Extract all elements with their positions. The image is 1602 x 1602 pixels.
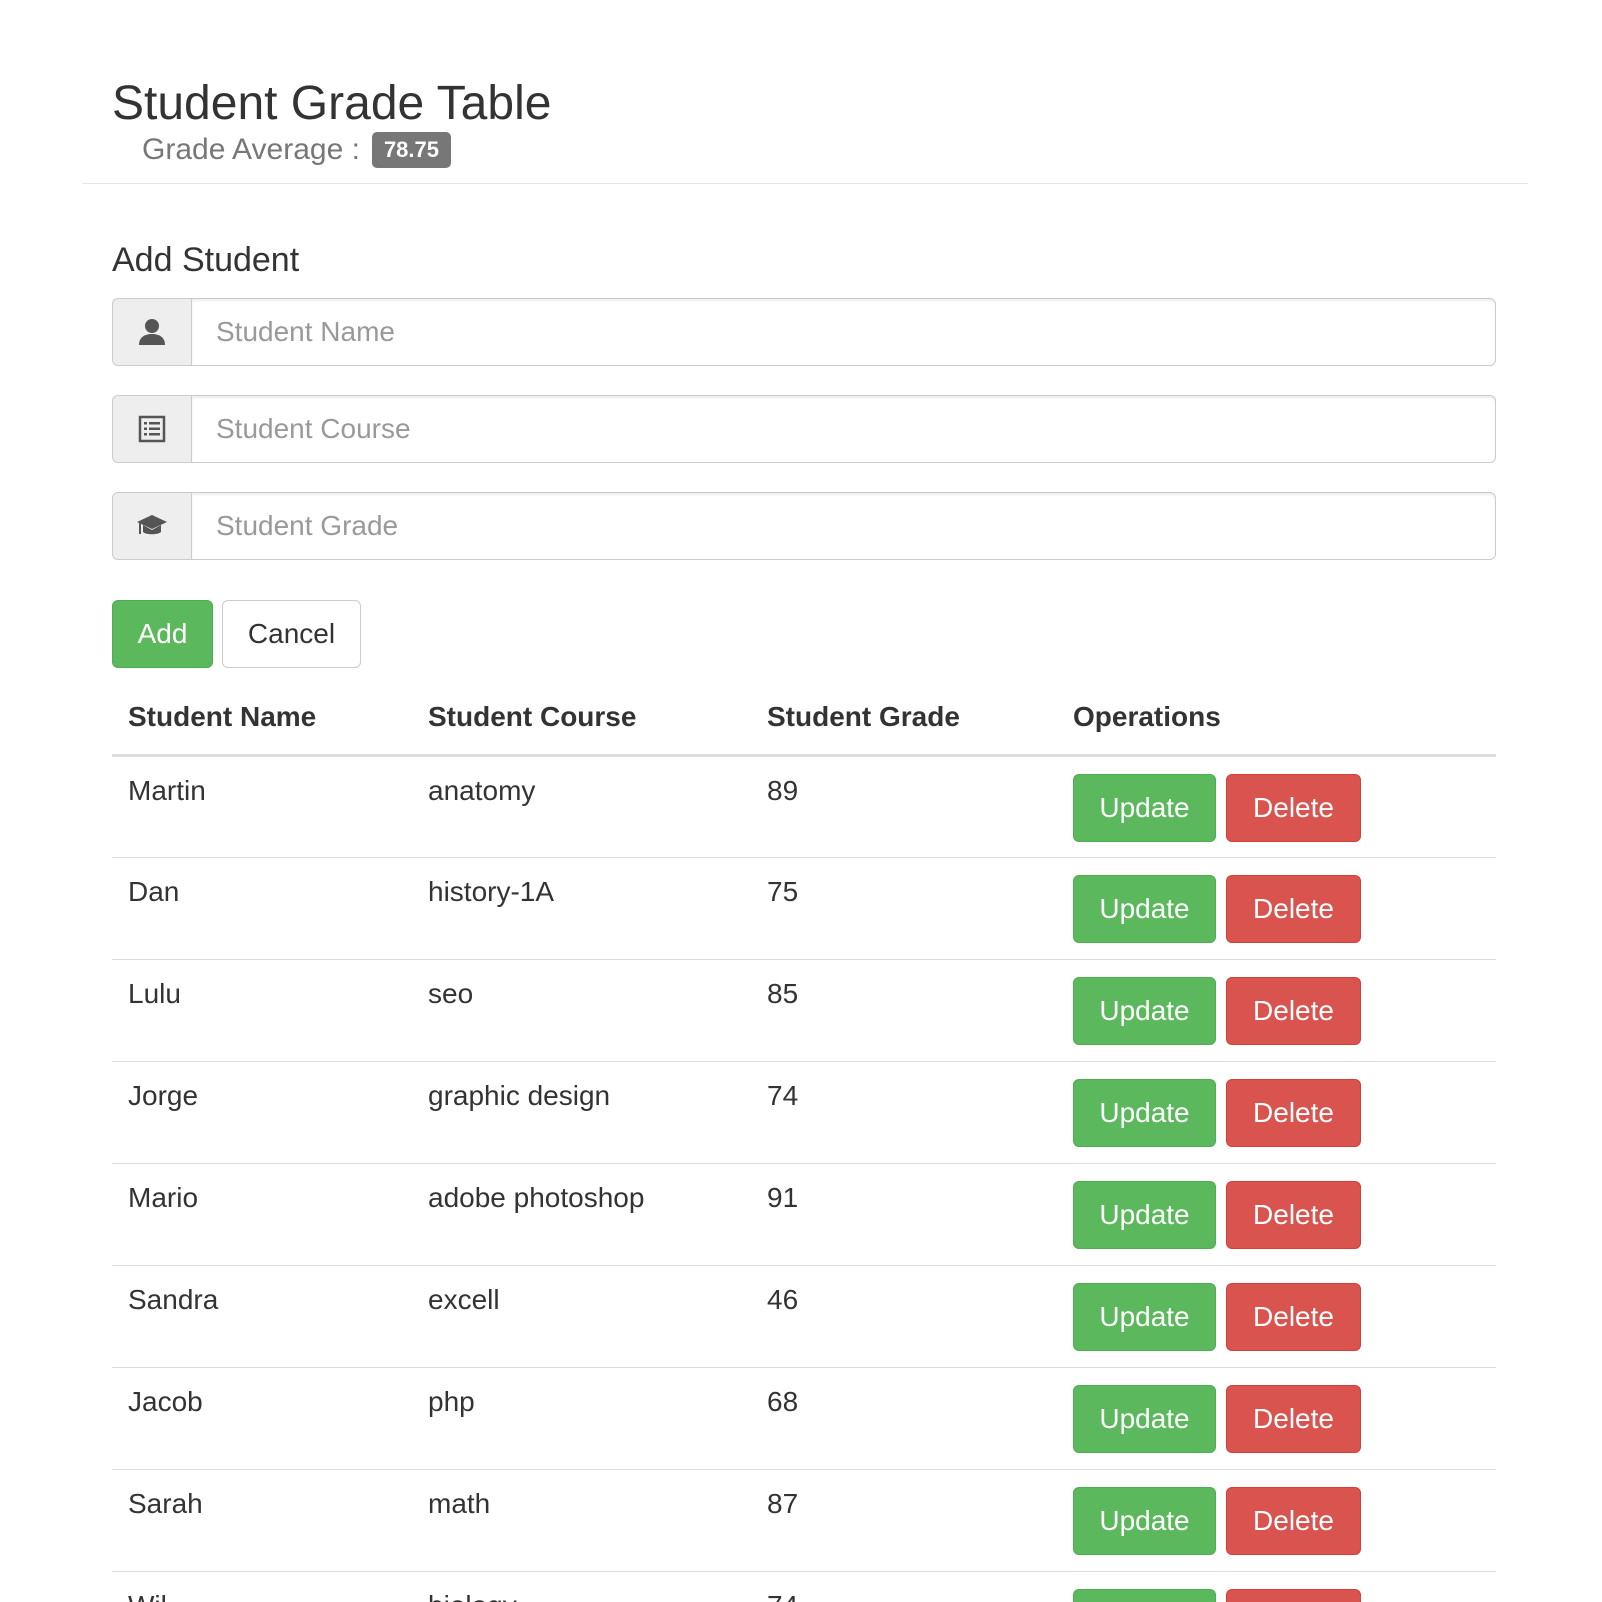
cancel-button[interactable]: Cancel <box>222 600 361 668</box>
student-grade-cell: 46 <box>751 1265 1057 1368</box>
delete-button[interactable]: Delete <box>1226 1589 1361 1602</box>
student-name-cell: Dan <box>112 857 412 960</box>
update-button[interactable]: Update <box>1073 1181 1216 1249</box>
update-button[interactable]: Update <box>1073 1589 1216 1602</box>
student-name-cell: Sandra <box>112 1265 412 1368</box>
student-course-group <box>112 395 1496 463</box>
operations-cell: UpdateDelete <box>1057 959 1496 1062</box>
add-student-title: Add Student <box>112 241 300 279</box>
student-name-cell: Wil <box>112 1571 412 1602</box>
student-name-cell: Sarah <box>112 1469 412 1572</box>
delete-button[interactable]: Delete <box>1226 875 1361 943</box>
operations-cell: UpdateDelete <box>1057 1163 1496 1266</box>
operations-cell: UpdateDelete <box>1057 1469 1496 1572</box>
student-course-cell: biology <box>412 1571 751 1602</box>
student-course-cell: excell <box>412 1265 751 1368</box>
page-header: Student Grade Table Grade Average : 78.7… <box>82 0 1528 184</box>
student-grade-cell: 75 <box>751 857 1057 960</box>
delete-button[interactable]: Delete <box>1226 1385 1361 1453</box>
update-button[interactable]: Update <box>1073 1487 1216 1555</box>
grade-table: Student Name Student Course Student Grad… <box>112 680 1496 1602</box>
student-grade-cell: 74 <box>751 1061 1057 1164</box>
table-row: Dan history-1A 75 Update Delete <box>112 857 1496 960</box>
student-grade-cell: 87 <box>751 1469 1057 1572</box>
add-button[interactable]: Add <box>112 600 213 668</box>
table-row: Jacob php 68 Update Delete <box>112 1367 1496 1470</box>
column-header-course: Student Course <box>412 680 751 757</box>
student-course-input[interactable] <box>191 395 1496 463</box>
page: Student Grade Table Grade Average : 78.7… <box>0 0 1602 1602</box>
operations-cell: UpdateDelete <box>1057 755 1496 858</box>
student-course-cell: anatomy <box>412 755 751 858</box>
student-name-cell: Jorge <box>112 1061 412 1164</box>
student-grade-group <box>112 492 1496 560</box>
student-name-cell: Lulu <box>112 959 412 1062</box>
delete-button[interactable]: Delete <box>1226 1487 1361 1555</box>
student-course-cell: graphic design <box>412 1061 751 1164</box>
page-title: Student Grade Table <box>112 77 552 130</box>
student-name-cell: Martin <box>112 755 412 858</box>
delete-button[interactable]: Delete <box>1226 977 1361 1045</box>
table-row: Martin anatomy 89 Update Delete <box>112 755 1496 858</box>
delete-button[interactable]: Delete <box>1226 1079 1361 1147</box>
operations-cell: Update Delete <box>1057 1571 1496 1602</box>
student-grade-cell: 68 <box>751 1367 1057 1470</box>
grade-table-body: Martin anatomy 89 Update Delete Dan history-1A… <box>112 755 1496 1602</box>
update-button[interactable]: Update <box>1073 1385 1216 1453</box>
student-grade-cell: 85 <box>751 959 1057 1062</box>
column-header-name: Student Name <box>112 680 412 757</box>
operations-cell: UpdateDelete <box>1057 1061 1496 1164</box>
grade-average-badge: 78.75 <box>371 132 451 168</box>
table-row: Jorge graphic design 74 Update Delete <box>112 1061 1496 1164</box>
student-grade-cell: 91 <box>751 1163 1057 1266</box>
student-grade-input[interactable] <box>191 492 1496 560</box>
update-button[interactable]: Update <box>1073 1283 1216 1351</box>
user-icon <box>112 298 191 366</box>
column-header-grade: Student Grade <box>751 680 1057 757</box>
table-header-row: Student Name Student Course Student Grad… <box>112 680 1496 757</box>
column-header-operations: Operations <box>1057 680 1496 757</box>
table-row: Lulu seo 85 Update Delete <box>112 959 1496 1062</box>
student-course-cell: math <box>412 1469 751 1572</box>
student-course-cell: adobe photoshop <box>412 1163 751 1266</box>
table-row: Sarah math 87 Update Delete <box>112 1469 1496 1572</box>
grade-average-label: Grade Average : <box>142 133 360 166</box>
student-grade-cell: 89 <box>751 755 1057 858</box>
student-name-cell: Mario <box>112 1163 412 1266</box>
student-name-input[interactable] <box>191 298 1496 366</box>
table-row: Mario adobe photoshop 91 Update Delete <box>112 1163 1496 1266</box>
student-name-cell: Jacob <box>112 1367 412 1470</box>
list-alt-icon <box>112 395 191 463</box>
operations-cell: UpdateDelete <box>1057 1265 1496 1368</box>
update-button[interactable]: Update <box>1073 774 1216 842</box>
table-row: Sandra excell 46 Update Delete <box>112 1265 1496 1368</box>
operations-cell: UpdateDelete <box>1057 1367 1496 1470</box>
table-row: Wilbiology74 Update Delete <box>112 1571 1496 1602</box>
student-course-cell: seo <box>412 959 751 1062</box>
delete-button[interactable]: Delete <box>1226 1181 1361 1249</box>
grade-average: Grade Average : 78.75 <box>142 130 451 170</box>
operations-cell: UpdateDelete <box>1057 857 1496 960</box>
student-grade-cell: 74 <box>751 1571 1057 1602</box>
update-button[interactable]: Update <box>1073 977 1216 1045</box>
delete-button[interactable]: Delete <box>1226 1283 1361 1351</box>
student-name-group <box>112 298 1496 366</box>
student-course-cell: history-1A <box>412 857 751 960</box>
graduation-cap-icon <box>112 492 191 560</box>
student-course-cell: php <box>412 1367 751 1470</box>
update-button[interactable]: Update <box>1073 875 1216 943</box>
delete-button[interactable]: Delete <box>1226 774 1361 842</box>
update-button[interactable]: Update <box>1073 1079 1216 1147</box>
